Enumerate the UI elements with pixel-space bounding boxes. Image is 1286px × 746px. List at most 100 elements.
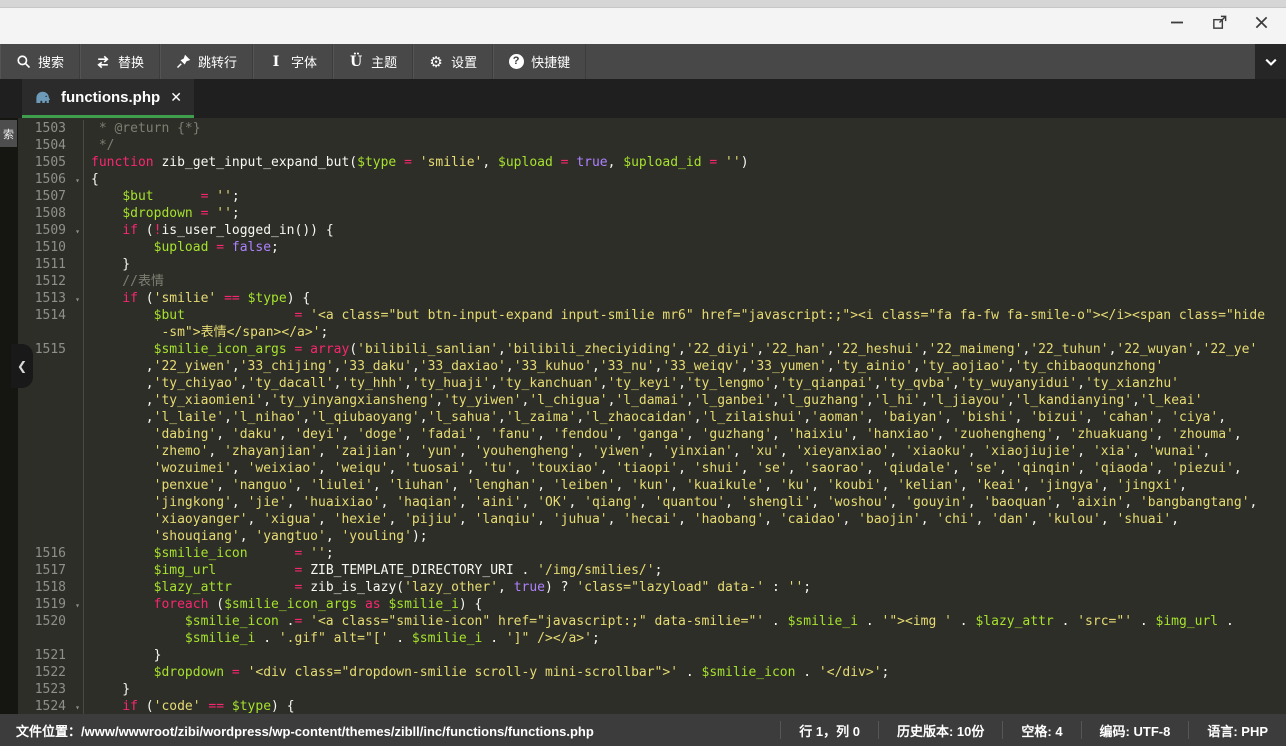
toolbar-button-shortcuts[interactable]: ? 快捷键	[493, 44, 586, 79]
code-line[interactable]: 1518 $lazy_attr = zib_is_lazy('lazy_othe…	[0, 579, 1286, 596]
fold-arrow-icon[interactable]: ▾	[75, 291, 80, 308]
tab-close-icon[interactable]: ✕	[170, 89, 182, 106]
code-line[interactable]: 1508 $dropdown = '';	[0, 205, 1286, 222]
code-line[interactable]: ,'ty_chiyao','ty_dacall','ty_hhh','ty_hu…	[0, 375, 1286, 392]
toolbar-button-settings[interactable]: ⚙ 设置	[413, 44, 493, 79]
toolbar-button-goto-line[interactable]: 跳转行	[160, 44, 253, 79]
code-line[interactable]: 'zhemo', 'zhayanjian', 'zaijian', 'yun',…	[0, 443, 1286, 460]
line-number[interactable]: 1511	[18, 256, 84, 273]
toolbar-button-theme[interactable]: Ü 主题	[333, 44, 413, 79]
code-line[interactable]: 1507 $but = '';	[0, 188, 1286, 205]
toolbar-overflow-button[interactable]	[1255, 44, 1286, 79]
line-number[interactable]: 1505	[18, 154, 84, 171]
code-line[interactable]: 1510 $upload = false;	[0, 239, 1286, 256]
line-number[interactable]: 1510	[18, 239, 84, 256]
code-line[interactable]: 1522 $dropdown = '<div class="dropdown-s…	[0, 664, 1286, 681]
line-number[interactable]	[18, 324, 84, 341]
panel-collapse-handle[interactable]: ❮	[11, 344, 33, 388]
code-line[interactable]: 'xiaoyanger', 'xigua', 'hexie', 'pijiu',…	[0, 511, 1286, 528]
line-number[interactable]: 1509▾	[18, 222, 84, 239]
code-line[interactable]: 'shouqiang', 'yangtuo', 'youling');	[0, 528, 1286, 545]
line-number[interactable]	[18, 443, 84, 460]
language-mode[interactable]: 语言: PHP	[1188, 721, 1286, 739]
code-editor[interactable]: 索 ❮ 1503 * @return {*}1504 */1505functio…	[0, 118, 1286, 714]
line-number[interactable]	[18, 494, 84, 511]
line-number[interactable]: 1507	[18, 188, 84, 205]
editor-window: 搜索 替换 跳转行 I 字体 Ü 主题 ⚙ 设置 ? 快捷键	[0, 0, 1286, 744]
code-line[interactable]: 1503 * @return {*}	[0, 120, 1286, 137]
encoding[interactable]: 编码: UTF-8	[1081, 721, 1189, 739]
line-number[interactable]	[18, 460, 84, 477]
code-line[interactable]: 1509▾ if (!is_user_logged_in()) {	[0, 222, 1286, 239]
history-versions[interactable]: 历史版本: 10份	[878, 721, 1002, 739]
code-line[interactable]: 1521 }	[0, 647, 1286, 664]
code-line[interactable]: 'jingkong', 'jie', 'huaixiao', 'haqian',…	[0, 494, 1286, 511]
maximize-icon	[1211, 14, 1228, 31]
code-line[interactable]: 1505function zib_get_input_expand_but($t…	[0, 154, 1286, 171]
code-text: ,'22_yiwen','33_chijing','33_daku','33_d…	[84, 358, 1286, 375]
code-line[interactable]: 1515 $smilie_icon_args = array('bilibili…	[0, 341, 1286, 358]
code-line[interactable]: ,'ty_xiaomieni','ty_yinyangxiansheng','t…	[0, 392, 1286, 409]
toolbar-button-font[interactable]: I 字体	[253, 44, 333, 79]
code-line[interactable]: 1520 $smilie_icon .= '<a class="smilie-i…	[0, 613, 1286, 630]
code-line[interactable]: 1523 }	[0, 681, 1286, 698]
line-number[interactable]	[18, 477, 84, 494]
search-panel-peek-tab[interactable]: 索	[0, 120, 17, 147]
line-number[interactable]: 1508	[18, 205, 84, 222]
code-line[interactable]: 1516 $smilie_icon = '';	[0, 545, 1286, 562]
close-button[interactable]	[1252, 13, 1270, 31]
line-number[interactable]: 1522	[18, 664, 84, 681]
code-line[interactable]: 1513▾ if ('smilie' == $type) {	[0, 290, 1286, 307]
line-number[interactable]: 1503	[18, 120, 84, 137]
line-number[interactable]: 1520	[18, 613, 84, 630]
tab-functions-php[interactable]: functions.php ✕	[22, 79, 194, 118]
code-line[interactable]: $smilie_i . '.gif" alt="[' . $smilie_i .…	[0, 630, 1286, 647]
code-line[interactable]: 1511 }	[0, 256, 1286, 273]
line-number[interactable]	[18, 392, 84, 409]
line-number[interactable]: 1504	[18, 137, 84, 154]
line-number[interactable]	[18, 528, 84, 545]
line-number[interactable]: 1519▾	[18, 596, 84, 613]
minimize-button[interactable]	[1168, 13, 1186, 31]
line-number[interactable]	[18, 426, 84, 443]
code-line[interactable]: ,'22_yiwen','33_chijing','33_daku','33_d…	[0, 358, 1286, 375]
fold-arrow-icon[interactable]: ▾	[75, 223, 80, 240]
fold-arrow-icon[interactable]: ▾	[75, 172, 80, 189]
fold-arrow-icon[interactable]: ▾	[75, 699, 80, 714]
code-line[interactable]: 'wozuimei', 'weixiao', 'weiqu', 'tuosai'…	[0, 460, 1286, 477]
toolbar-button-replace[interactable]: 替换	[80, 44, 160, 79]
toolbar-button-search[interactable]: 搜索	[0, 44, 80, 79]
line-number[interactable]: 1518	[18, 579, 84, 596]
indent-spaces[interactable]: 空格: 4	[1002, 721, 1080, 739]
line-number[interactable]: 1516	[18, 545, 84, 562]
toolbar-button-label: 主题	[371, 52, 397, 71]
code-line[interactable]: 1524▾ if ('code' == $type) {	[0, 698, 1286, 714]
status-bar: 文件位置：/www/wwwroot/zibi/wordpress/wp-cont…	[0, 714, 1286, 746]
code-line[interactable]: 'penxue', 'nanguo', 'liulei', 'liuhan', …	[0, 477, 1286, 494]
line-number[interactable]: 1512	[18, 273, 84, 290]
code-line[interactable]: 1504 */	[0, 137, 1286, 154]
maximize-button[interactable]	[1210, 13, 1228, 31]
line-number[interactable]	[18, 511, 84, 528]
code-line[interactable]: 1514 $but = '<a class="but btn-input-exp…	[0, 307, 1286, 324]
code-line[interactable]: 'dabing', 'daku', 'deyi', 'doge', 'fadai…	[0, 426, 1286, 443]
code-line[interactable]: 1519▾ foreach ($smilie_icon_args as $smi…	[0, 596, 1286, 613]
code-text: }	[84, 647, 1286, 664]
line-number[interactable]: 1521	[18, 647, 84, 664]
line-number[interactable]: 1506▾	[18, 171, 84, 188]
line-number[interactable]	[18, 630, 84, 647]
code-line[interactable]: -sm">表情</span></a>';	[0, 324, 1286, 341]
code-line[interactable]: ,'l_laile','l_nihao','l_qiubaoyang','l_s…	[0, 409, 1286, 426]
line-number[interactable]: 1514	[18, 307, 84, 324]
line-number[interactable]: 1513▾	[18, 290, 84, 307]
code-line[interactable]: 1512 //表情	[0, 273, 1286, 290]
code-line[interactable]: 1517 $img_url = ZIB_TEMPLATE_DIRECTORY_U…	[0, 562, 1286, 579]
code-line[interactable]: 1506▾{	[0, 171, 1286, 188]
line-number[interactable]: 1517	[18, 562, 84, 579]
line-number[interactable]: 1524▾	[18, 698, 84, 714]
fold-arrow-icon[interactable]: ▾	[75, 597, 80, 614]
file-location: 文件位置：/www/wwwroot/zibi/wordpress/wp-cont…	[0, 721, 780, 740]
line-number[interactable]	[18, 409, 84, 426]
code-text: 'penxue', 'nanguo', 'liulei', 'liuhan', …	[84, 477, 1286, 494]
line-number[interactable]: 1523	[18, 681, 84, 698]
